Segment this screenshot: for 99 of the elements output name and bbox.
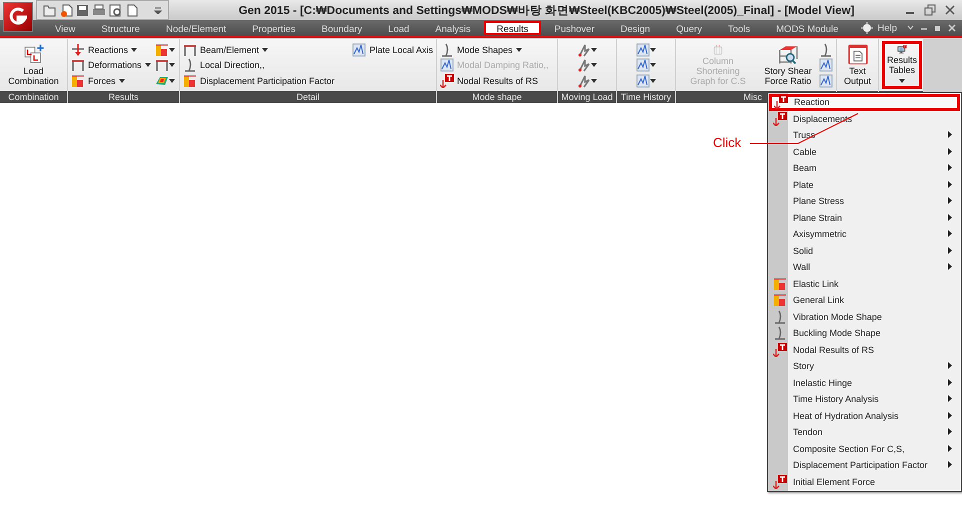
graph-icon[interactable] <box>819 58 833 72</box>
group-label: Moving Load <box>558 91 616 103</box>
frame-icon <box>183 42 197 56</box>
print-icon[interactable] <box>92 4 106 16</box>
menu-item[interactable]: Beam <box>769 160 960 176</box>
restore-icon[interactable] <box>924 4 936 16</box>
chart-icon[interactable] <box>154 42 169 56</box>
support-icon <box>71 42 85 56</box>
caret-icon <box>591 78 597 82</box>
ribbon-button[interactable]: Story Shear Force Ratio <box>760 41 816 89</box>
menu-tab[interactable]: Node/Element <box>152 21 240 35</box>
menu-item[interactable]: Buckling Mode Shape <box>769 325 960 342</box>
ribbon-button[interactable]: Nodal Results of RS <box>440 73 549 88</box>
menu-item[interactable]: Reaction <box>769 94 960 110</box>
chart-icon <box>71 74 85 88</box>
group-label: Time History <box>617 91 675 103</box>
ribbon-button[interactable]: Results Tables <box>882 41 922 89</box>
frame-icon <box>71 58 85 72</box>
menu-tab[interactable]: Load <box>375 21 422 35</box>
menu-item[interactable]: Wall <box>769 259 960 276</box>
graph-icon <box>440 58 454 72</box>
chart-icon <box>183 74 197 88</box>
blank-page-icon[interactable] <box>126 4 139 16</box>
menu-item[interactable]: Vibration Mode Shape <box>769 308 960 325</box>
menu-item[interactable]: Elastic Link <box>769 276 960 292</box>
ribbon-button[interactable]: Displacement Participation Factor <box>183 73 335 88</box>
frame-icon[interactable] <box>154 58 169 72</box>
menu-item[interactable]: Tendon <box>769 424 960 440</box>
app-logo-icon[interactable] <box>3 2 33 32</box>
result-table-icon <box>440 74 454 88</box>
menu-item[interactable]: Solid <box>769 242 960 259</box>
graph-icon[interactable] <box>819 74 833 88</box>
ribbon-button[interactable]: Mode Shapes <box>440 42 549 57</box>
menu-item[interactable]: Inelastic Hinge <box>769 374 960 391</box>
caret-icon <box>591 63 597 67</box>
window-title: Gen 2015 - [C:₩Documents and Settings₩MODS₩바탕 화면₩Steel(KBC2005)₩Steel(2005)_Final] - [Model View] <box>238 4 856 18</box>
mode-shape-icon[interactable] <box>819 42 833 56</box>
group-label: Detail <box>180 91 436 103</box>
menu-item[interactable]: Plane Strain <box>769 210 960 226</box>
caret-icon <box>591 48 597 52</box>
annotation-label: Click <box>713 135 742 150</box>
ribbon-button[interactable]: Plate Local Axis <box>352 42 433 57</box>
menu-item[interactable]: Time History Analysis <box>769 391 960 408</box>
menu-tab[interactable]: MODS Module <box>763 21 852 35</box>
menu-tab[interactable]: Structure <box>88 21 153 35</box>
mode-shape-icon <box>440 42 454 56</box>
menu-tab[interactable]: Results <box>484 21 542 35</box>
caret-icon <box>168 48 175 52</box>
save-icon[interactable] <box>76 4 89 16</box>
graph-icon[interactable] <box>636 74 650 88</box>
menu-item[interactable]: Story <box>769 358 960 374</box>
mode-shape-icon <box>183 58 197 72</box>
caret-icon <box>650 78 656 82</box>
caret-icon <box>650 63 656 67</box>
graph-icon[interactable] <box>636 58 650 72</box>
menu-item[interactable]: Displacement Participation Factor <box>769 457 960 474</box>
caret-icon <box>168 78 175 82</box>
group-label: Combination <box>0 91 67 103</box>
menu-item[interactable]: Nodal Results of RS <box>769 342 960 358</box>
menu-tab[interactable]: Analysis <box>422 21 484 35</box>
menu-item[interactable]: Composite Section For C,S, <box>769 440 960 457</box>
ribbon-button[interactable]: Reactions <box>71 42 151 57</box>
menu-tab[interactable]: Tools <box>714 21 764 35</box>
group-label: Results <box>68 91 179 103</box>
menu-item[interactable]: General Link <box>769 292 960 308</box>
load-arrow-icon[interactable] <box>577 74 591 88</box>
graph-icon <box>352 42 366 56</box>
menu-tab[interactable]: View <box>42 21 88 35</box>
ribbon-button[interactable]: Forces <box>71 73 151 88</box>
menu-tab[interactable]: Pushover <box>541 21 608 35</box>
caret-icon <box>650 48 656 52</box>
ribbon-button[interactable]: Beam/Element <box>183 42 335 57</box>
menu-item[interactable]: Initial Element Force <box>769 474 960 490</box>
bulb-icon <box>861 22 874 34</box>
new-file-icon[interactable] <box>60 4 73 16</box>
group-label: Mode shape <box>437 91 557 103</box>
menu-item[interactable]: Plate <box>769 176 960 193</box>
menu-tab[interactable]: Design <box>608 21 664 35</box>
load-arrow-icon[interactable] <box>577 42 591 56</box>
ribbon-button[interactable]: Local Direction,, <box>183 58 335 72</box>
graph-icon[interactable] <box>636 42 650 56</box>
menu-tab[interactable]: Boundary <box>308 21 376 35</box>
menu-item[interactable]: Axisymmetric <box>769 226 960 242</box>
menu-item[interactable]: Plane Stress <box>769 193 960 210</box>
ribbon-button[interactable]: Deformations <box>71 58 151 72</box>
menu-item[interactable]: Truss <box>769 127 960 144</box>
help-menu[interactable]: Help <box>877 22 897 34</box>
menu-tab[interactable]: Properties <box>239 21 308 35</box>
load-arrow-icon[interactable] <box>577 58 591 72</box>
close-icon[interactable] <box>944 4 956 16</box>
ribbon-button[interactable]: Load Combination <box>3 41 64 89</box>
customize-toolbar-icon[interactable] <box>154 6 162 14</box>
menu-item[interactable]: Cable <box>769 144 960 160</box>
caret-icon <box>168 63 175 67</box>
print-preview-icon[interactable] <box>109 4 123 16</box>
restore-icon[interactable] <box>934 24 942 32</box>
open-folder-icon[interactable] <box>43 4 57 16</box>
menu-tab[interactable]: Query <box>663 21 715 35</box>
menu-item[interactable]: Heat of Hydration Analysis <box>769 408 960 424</box>
